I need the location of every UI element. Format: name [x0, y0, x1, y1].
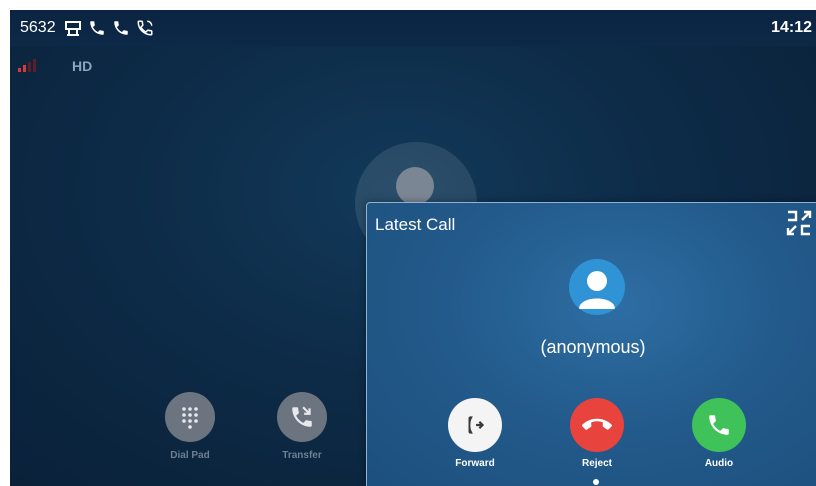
- caller-avatar: [569, 259, 625, 315]
- answer-call-icon: [692, 398, 746, 452]
- hang-up-icon: [570, 398, 624, 452]
- dial-pad-button[interactable]: Dial Pad: [160, 392, 220, 461]
- reject-label: Reject: [581, 458, 612, 469]
- forward-label: Forward: [455, 458, 495, 469]
- reject-button[interactable]: Reject: [552, 398, 642, 469]
- status-bar: 5632 14:12: [10, 10, 816, 46]
- signal-bars-icon: [18, 58, 36, 72]
- caller-name: (anonymous): [540, 337, 646, 357]
- audio-answer-button[interactable]: Audio: [674, 398, 764, 469]
- phone-ringing-icon: [136, 19, 154, 37]
- call-avatar: [396, 167, 434, 205]
- collapse-icon[interactable]: [785, 209, 813, 237]
- phone-icon: [88, 19, 106, 37]
- forward-button[interactable]: Forward: [430, 398, 520, 469]
- desk-phone-icon: [64, 19, 82, 37]
- phone-screen: 5632 14:12 HD Dial Pad Transfer Latest C…: [10, 10, 816, 486]
- status-icons: [64, 19, 154, 37]
- forward-icon: [448, 398, 502, 452]
- transfer-label: Transfer: [282, 450, 322, 461]
- page-indicator-dot: [593, 479, 599, 485]
- hd-badge: HD: [72, 58, 93, 74]
- dial-pad-label: Dial Pad: [170, 450, 210, 461]
- clock: 14:12: [771, 19, 812, 36]
- extension-number: 5632: [20, 19, 56, 36]
- phone-icon: [112, 19, 130, 37]
- audio-label: Audio: [704, 458, 734, 469]
- popup-title: Latest Call: [375, 215, 456, 234]
- dialpad-icon: [165, 392, 215, 442]
- latest-call-popup: Latest Call (anonymous) Forward Reject A…: [366, 202, 816, 486]
- transfer-icon: [277, 392, 327, 442]
- transfer-button[interactable]: Transfer: [272, 392, 332, 461]
